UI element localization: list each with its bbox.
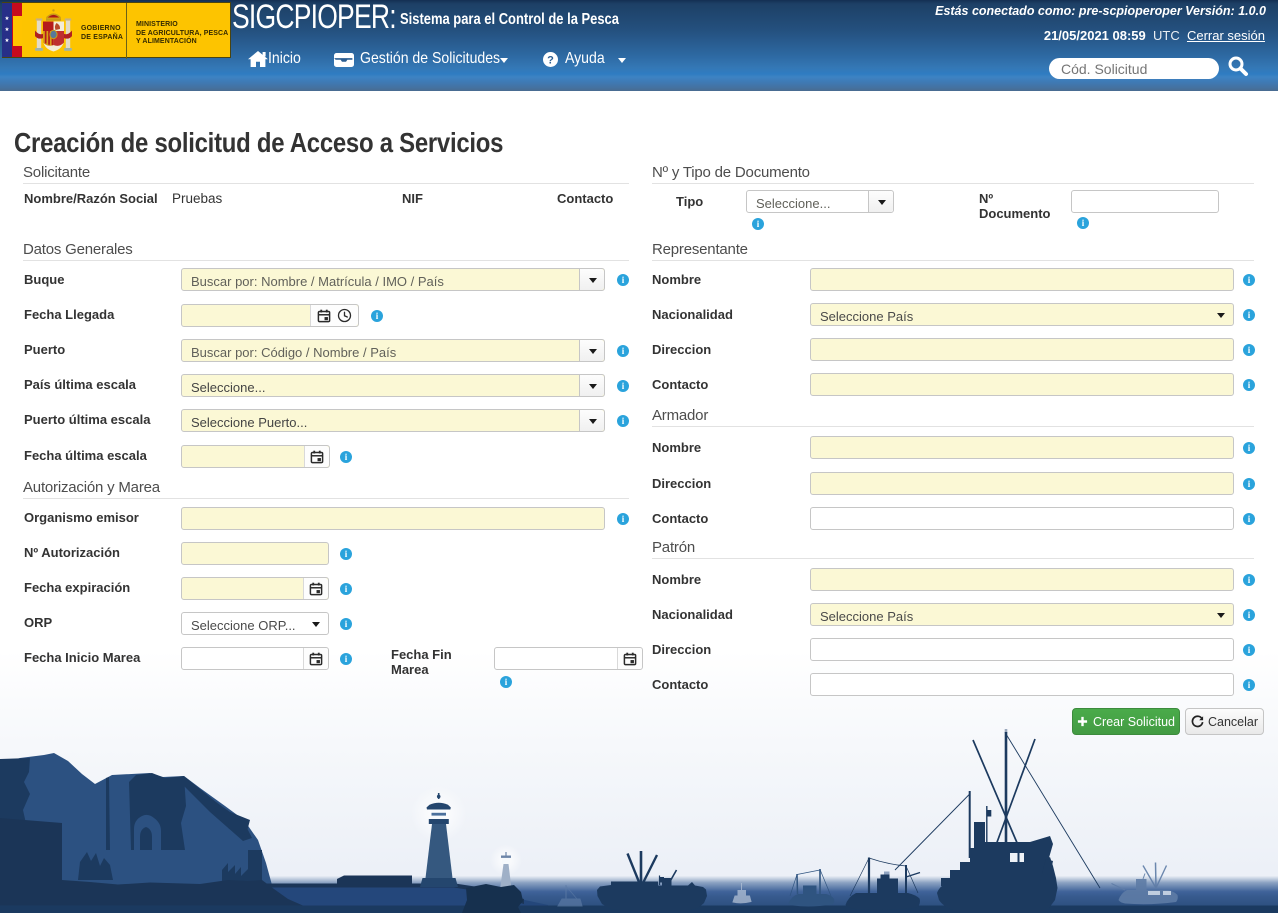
svg-text:?: ? (547, 54, 554, 66)
